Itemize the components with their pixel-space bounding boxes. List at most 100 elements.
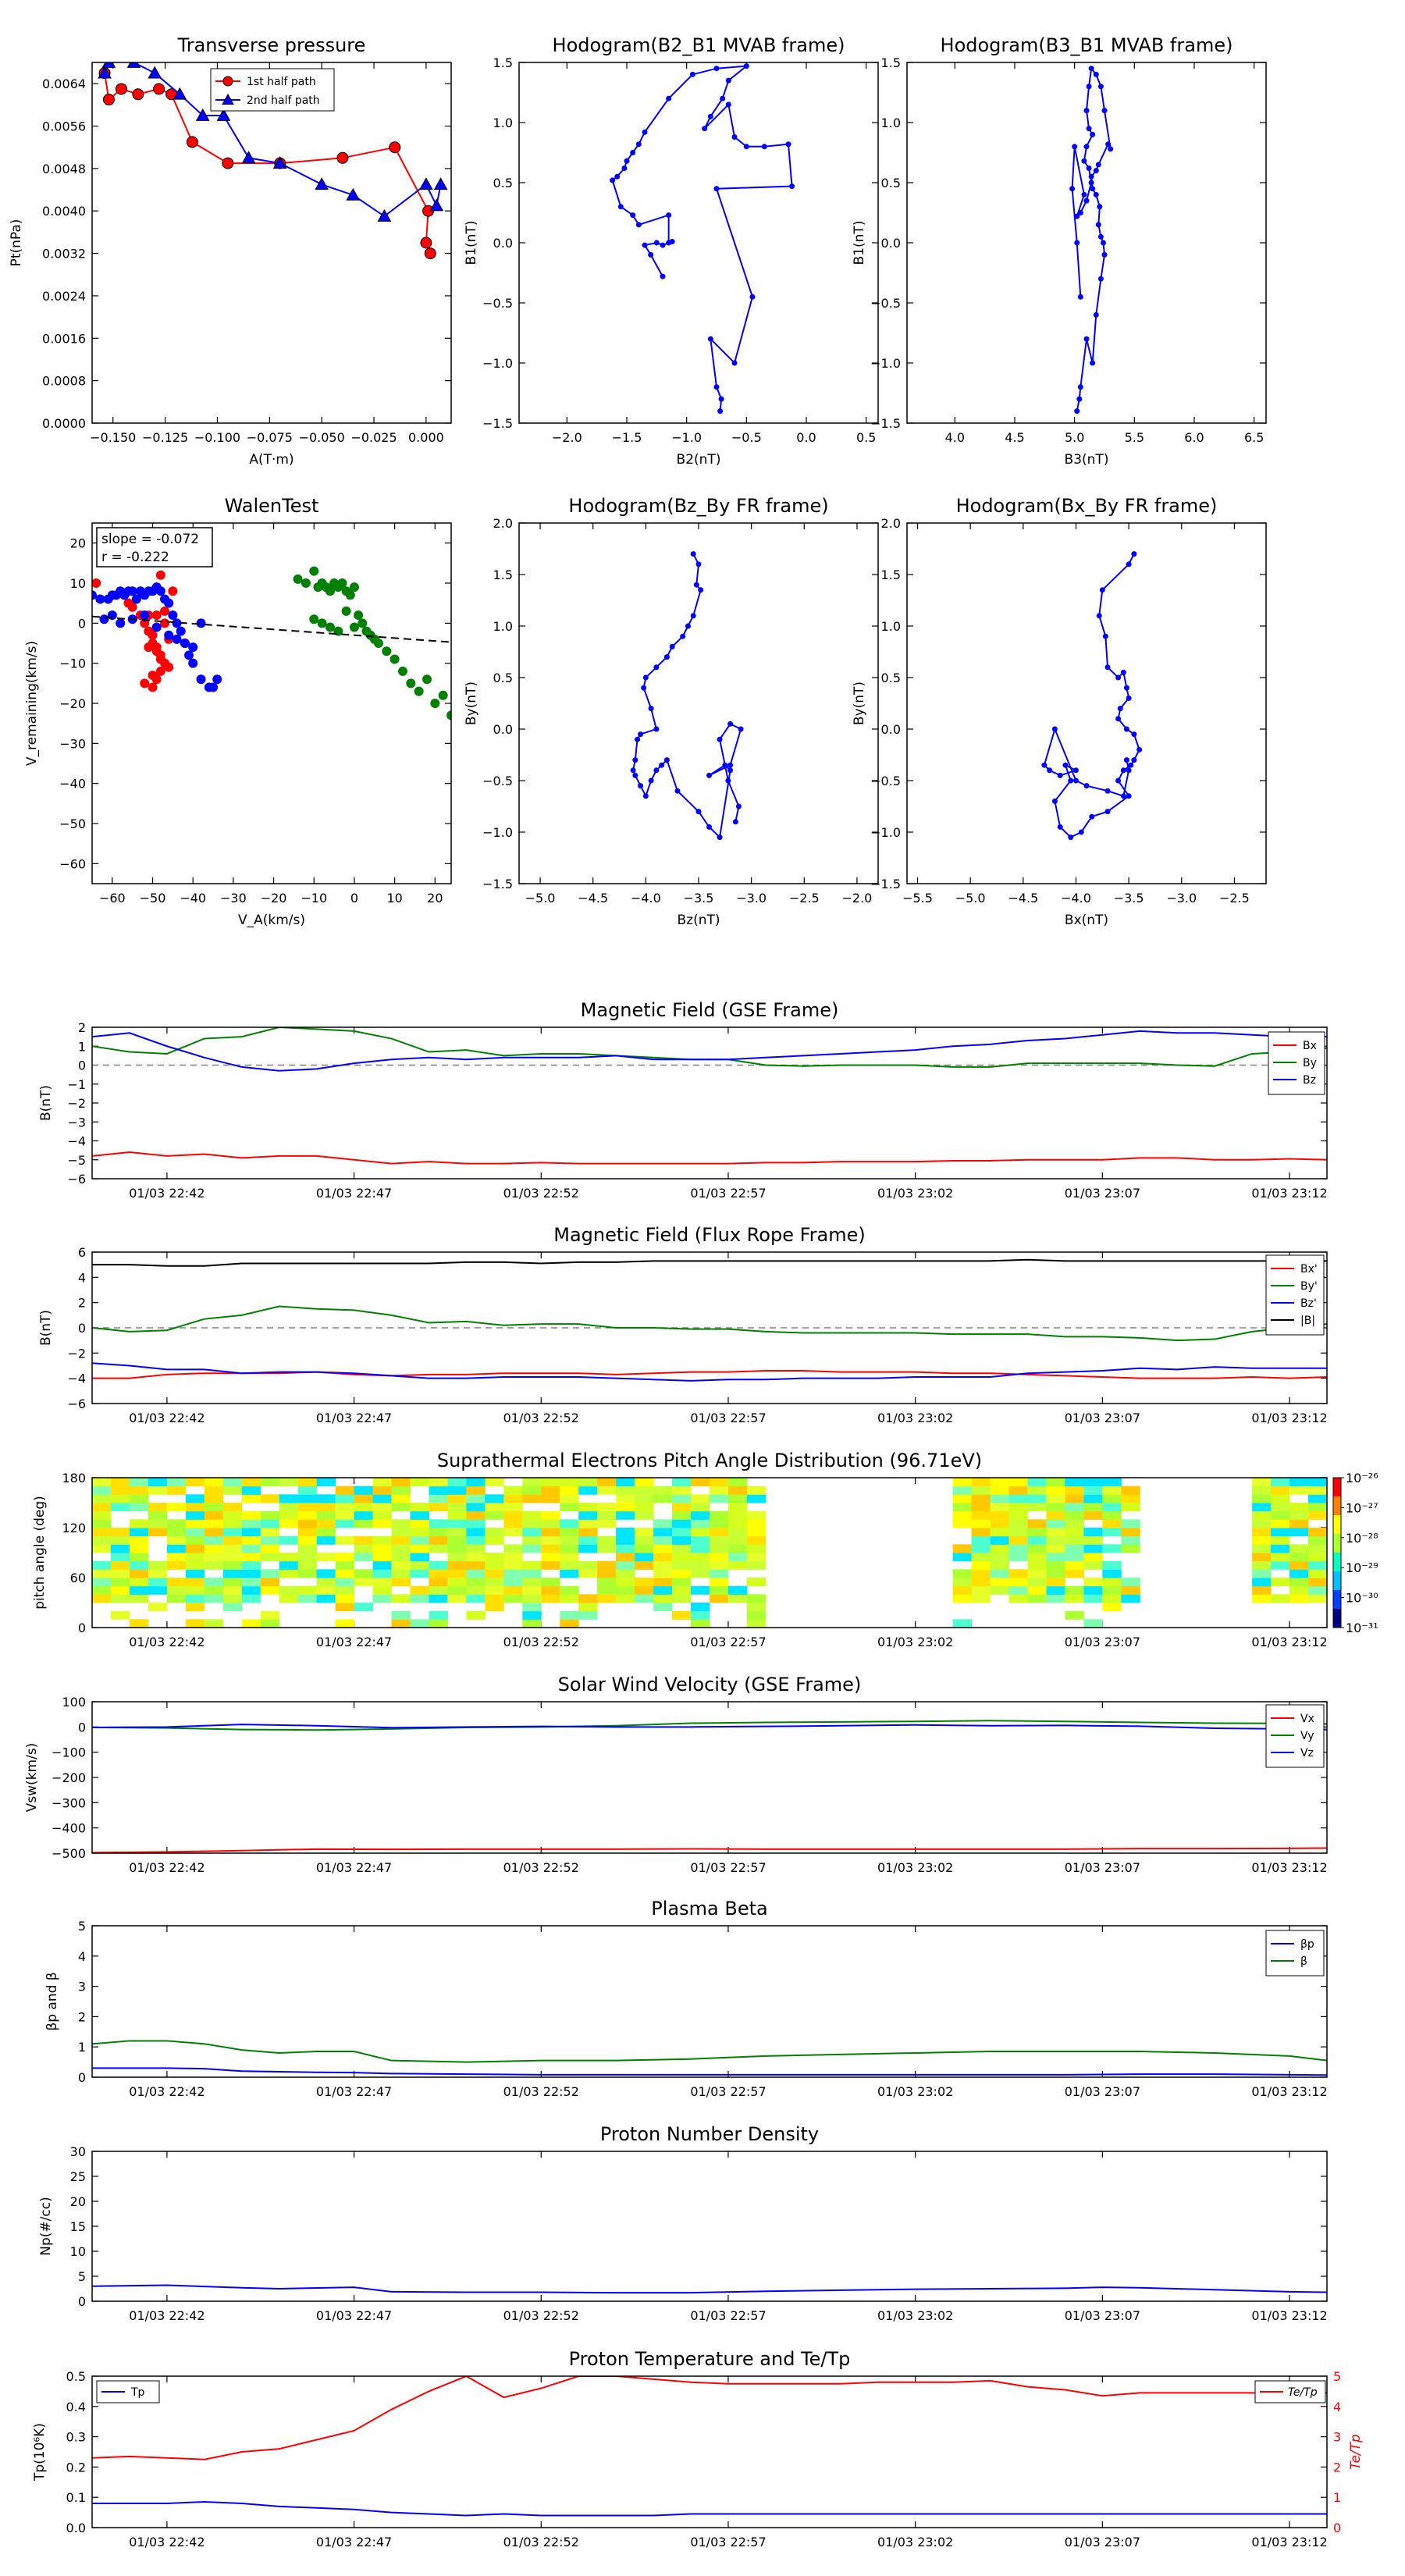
data-point <box>212 674 222 685</box>
heatmap-cell <box>279 1585 299 1595</box>
y-axis-label: By(nT) <box>852 681 867 725</box>
figure: Transverse pressure −0.150 −0.125 −0.100 −0.… <box>9 34 1378 2549</box>
heatmap-cell <box>971 1553 991 1562</box>
heatmap-cell <box>1271 1485 1290 1495</box>
y-axis-label: Tp(10⁶K) <box>32 2423 48 2482</box>
data-point <box>1086 126 1092 132</box>
plot-area <box>92 523 451 884</box>
heatmap-cell <box>279 1503 299 1512</box>
heatmap-cell <box>1008 1544 1028 1553</box>
heatmap-cell <box>672 1478 692 1487</box>
heatmap-cell <box>297 1544 318 1553</box>
heatmap-cell <box>260 1494 280 1503</box>
data-point <box>1069 186 1076 192</box>
data-point <box>430 699 440 708</box>
heatmap-cell <box>110 1560 130 1570</box>
heatmap-cell <box>560 1544 579 1553</box>
y-tick-label: 0.5 <box>881 176 901 190</box>
heatmap-cell <box>1308 1594 1327 1603</box>
heatmap-cell <box>354 1510 374 1520</box>
data-point <box>95 594 105 604</box>
annotation-slope: slope = -0.072 <box>101 532 199 547</box>
data-point <box>1081 191 1087 197</box>
heatmap-cell <box>710 1494 729 1503</box>
data-point <box>422 674 432 685</box>
heatmap-cell <box>522 1560 542 1570</box>
heatmap-cell <box>1308 1585 1327 1595</box>
data-point <box>695 809 702 815</box>
data-point <box>1090 186 1096 192</box>
data-point <box>1097 84 1104 90</box>
heatmap-cell <box>522 1510 542 1520</box>
heatmap-cell <box>578 1603 598 1612</box>
data-point <box>735 803 742 809</box>
heatmap-cell <box>503 1528 523 1537</box>
heatmap-cell <box>335 1519 355 1528</box>
y-tick-label: −300 <box>52 1795 86 1810</box>
heatmap-cell <box>316 1535 336 1545</box>
heatmap-cell <box>653 1569 673 1578</box>
heatmap-cell <box>222 1553 243 1562</box>
heatmap-cell <box>990 1569 1010 1578</box>
heatmap-cell <box>616 1494 635 1503</box>
heatmap-cell <box>485 1503 504 1512</box>
heatmap-cell <box>635 1528 654 1537</box>
y-axis-label: βp and β <box>44 1972 60 2030</box>
y-tick-label: −6 <box>67 1397 86 1411</box>
heatmap-cell <box>952 1494 973 1503</box>
heatmap-cell <box>148 1560 168 1570</box>
data-point <box>706 824 713 830</box>
x-tick-label: −0.050 <box>299 430 345 445</box>
chart-title: WalenTest <box>225 495 319 517</box>
heatmap-cell <box>727 1528 748 1537</box>
heatmap-cell <box>653 1535 673 1545</box>
heatmap-cell <box>1308 1560 1327 1570</box>
data-point <box>693 582 699 588</box>
data-point <box>761 144 767 150</box>
plot-area <box>92 62 451 423</box>
data-point <box>1095 162 1101 168</box>
heatmap-cell <box>297 1560 318 1570</box>
heatmap-cell <box>597 1569 617 1578</box>
data-point <box>1074 240 1080 246</box>
x-tick-label: −3.5 <box>684 891 714 906</box>
heatmap-cell <box>691 1535 710 1545</box>
x-tick-label: −10 <box>301 891 327 906</box>
heatmap-cell <box>166 1560 187 1570</box>
data-point <box>1136 746 1143 753</box>
heatmap-cell <box>971 1485 991 1495</box>
data-point <box>1083 783 1090 789</box>
data-point <box>184 650 194 660</box>
heatmap-cell <box>691 1560 710 1570</box>
data-point <box>1108 146 1114 152</box>
heatmap-cell <box>990 1544 1010 1553</box>
heatmap-cell <box>372 1478 393 1487</box>
heatmap-cell <box>354 1544 374 1553</box>
heatmap-cell <box>241 1569 261 1578</box>
heatmap-cell <box>560 1560 579 1570</box>
heatmap-cell <box>410 1553 429 1562</box>
x-tick-label: 01/03 23:02 <box>877 2084 953 2099</box>
colorbar-segment <box>1333 1571 1341 1591</box>
data-point <box>1099 587 1105 593</box>
heatmap-cell <box>241 1519 261 1528</box>
heatmap-cell <box>185 1578 205 1587</box>
y-right-tick-label: 1 <box>1333 2490 1341 2505</box>
data-point <box>188 642 198 653</box>
heatmap-cell <box>260 1610 280 1620</box>
data-point <box>685 623 691 629</box>
data-point <box>630 150 636 155</box>
heatmap-cell <box>1102 1544 1122 1553</box>
data-point <box>660 273 666 279</box>
x-tick-label: 10 <box>386 891 402 906</box>
heatmap-cell <box>503 1560 523 1570</box>
data-point <box>341 606 351 616</box>
heatmap-cell <box>92 1528 112 1537</box>
y-tick-label: 0.0 <box>493 236 513 251</box>
data-point <box>438 690 448 700</box>
x-tick-label: −3.0 <box>736 891 767 906</box>
hodogram-bx-by-chart: Hodogram(Bx_By FR frame) −5.5 −5.0 −4.5 −4.0… <box>852 495 1267 928</box>
heatmap-cell <box>1289 1594 1309 1603</box>
data-point <box>785 141 791 148</box>
heatmap-cell <box>560 1610 579 1620</box>
